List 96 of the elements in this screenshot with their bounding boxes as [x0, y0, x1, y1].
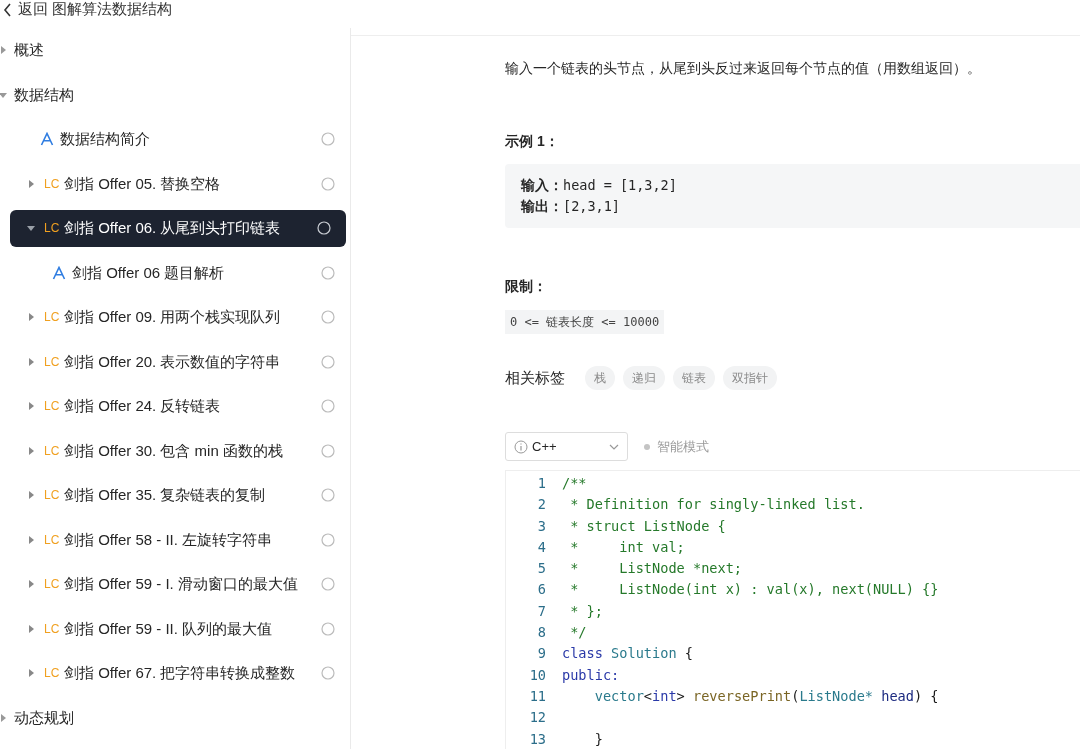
caret-icon[interactable] [26, 579, 36, 590]
tree-item[interactable]: LC 剑指 Offer 59 - II. 队列的最大值 [0, 606, 350, 651]
caret-icon[interactable] [26, 490, 36, 501]
item-label: 剑指 Offer 67. 把字符串转换成整数 [64, 663, 296, 683]
section-heading: 限制： [505, 277, 548, 296]
lc-label: LC [44, 220, 61, 238]
description-text: 输入一个链表的头节点，从尾到头反过来返回每个节点的值（用数组返回）。 [505, 59, 982, 78]
item-label: 剑指 Offer 35. 复杂链表的复制 [64, 485, 266, 505]
item-label: 剑指 Offer 09. 用两个栈实现队列 [64, 307, 281, 327]
tree-item[interactable]: LC 剑指 Offer 30. 包含 min 函数的栈 [0, 428, 350, 473]
code-line: public: [561, 665, 620, 685]
line-number: 11 [528, 686, 546, 706]
tree-group[interactable]: 动态规划 [0, 695, 350, 740]
tree-item[interactable]: LC 剑指 Offer 06. 从尾到头打印链表 [10, 209, 346, 247]
lc-label: LC [44, 309, 61, 327]
line-number: 2 [536, 495, 546, 515]
tree-group[interactable]: 数据结构 [0, 72, 350, 117]
line-number: 13 [528, 729, 546, 749]
code-line: * Definition for singly-linked list. [569, 495, 865, 515]
tags-label: 相关标签 [505, 367, 565, 388]
tree-item[interactable]: LC 剑指 Offer 24. 反转链表 [0, 384, 350, 429]
caret-icon[interactable] [26, 312, 36, 323]
constraint-code: 0 <= 链表长度 <= 10000 [505, 310, 665, 334]
code-line: * ListNode(int x) : val(x), next(NULL) {} [569, 580, 939, 600]
info-icon [514, 439, 528, 454]
line-number: 8 [536, 623, 546, 643]
example-value: head = [1,3,2] [563, 176, 677, 195]
item-label: 剑指 Offer 59 - I. 滑动窗口的最大值 [64, 574, 298, 594]
tree-item[interactable]: LC 剑指 Offer 59 - I. 滑动窗口的最大值 [0, 562, 350, 607]
lc-label: LC [44, 487, 61, 505]
code-line: * int val; [569, 537, 685, 557]
caret-icon[interactable] [26, 668, 36, 679]
tree-item[interactable]: LC 剑指 Offer 05. 替换空格 [0, 161, 350, 206]
lc-label: LC [44, 398, 61, 416]
lc-label: LC [44, 665, 61, 683]
code-line: /** [561, 474, 587, 493]
caret-icon[interactable] [26, 445, 36, 456]
tree-group[interactable]: 概述 [0, 28, 350, 73]
caret-icon[interactable] [26, 178, 36, 189]
lc-label: LC [44, 353, 61, 371]
caret-icon[interactable] [26, 534, 36, 545]
example-label: 输入： [521, 176, 563, 195]
item-label: 剑指 Offer 06. 从尾到头打印链表 [64, 218, 281, 238]
line-number: 9 [536, 644, 546, 664]
letter-a-icon [40, 132, 54, 147]
line-number: 12 [528, 708, 546, 728]
example-label: 输出： [521, 197, 563, 216]
tree-item[interactable]: 剑指 Offer 06 题目解析 [0, 250, 350, 295]
caret-icon[interactable] [0, 45, 8, 56]
group-label: 概述 [14, 40, 44, 60]
example-value: [2,3,1] [563, 197, 620, 216]
code-line: * ListNode *next; [569, 559, 743, 579]
lc-label: LC [44, 576, 61, 594]
group-label: 动态规划 [14, 707, 74, 728]
lc-label: LC [44, 175, 61, 193]
tree-item[interactable]: LC 剑指 Offer 58 - II. 左旋转字符串 [0, 517, 350, 562]
item-label: 剑指 Offer 59 - II. 队列的最大值 [64, 618, 273, 639]
code-line: vector<int> reversePrint(ListNode* head) { [593, 686, 939, 706]
caret-icon[interactable] [26, 623, 36, 634]
item-label: 剑指 Offer 06 题目解析 [72, 262, 225, 283]
line-number: 10 [528, 665, 546, 685]
caret-icon[interactable] [26, 356, 36, 367]
item-label: 剑指 Offer 30. 包含 min 函数的栈 [64, 440, 283, 461]
tree-item[interactable]: LC 剑指 Offer 35. 复杂链表的复制 [0, 473, 350, 518]
group-label: 数据结构 [14, 84, 74, 105]
line-number: 7 [536, 601, 546, 621]
chevron-down-icon [609, 443, 619, 450]
tree-item[interactable]: LC 剑指 Offer 09. 用两个栈实现队列 [0, 295, 350, 340]
line-number: 1 [536, 474, 546, 493]
item-label: 剑指 Offer 24. 反转链表 [64, 396, 221, 416]
section-heading: 示例 1： [505, 132, 560, 151]
tree-item[interactable]: 数据结构简介 [0, 117, 350, 162]
code-line: * }; [569, 601, 603, 621]
line-number: 3 [536, 516, 546, 536]
back-link[interactable]: 返回 图解算法数据结构 [18, 0, 173, 18]
caret-icon[interactable] [26, 401, 36, 412]
lc-label: LC [44, 531, 61, 549]
tree-item[interactable]: LC 剑指 Offer 20. 表示数值的字符串 [0, 339, 350, 384]
caret-icon[interactable] [0, 712, 8, 723]
code-line: class Solution { [561, 644, 693, 664]
item-label: 剑指 Offer 20. 表示数值的字符串 [64, 351, 281, 372]
letter-a-icon [52, 265, 66, 280]
item-label: 数据结构简介 [60, 129, 150, 149]
code-line: */ [569, 623, 587, 643]
back-icon[interactable] [3, 3, 12, 17]
lc-label: LC [44, 442, 61, 460]
line-number: 4 [536, 537, 546, 557]
code-line: } [593, 729, 603, 749]
line-number: 6 [536, 580, 546, 600]
language-select[interactable]: C++ [505, 432, 628, 461]
line-number: 5 [536, 559, 546, 579]
item-label: 剑指 Offer 58 - II. 左旋转字符串 [64, 529, 273, 550]
code-line: * struct ListNode { [569, 516, 726, 536]
tree-item[interactable]: LC 剑指 Offer 67. 把字符串转换成整数 [0, 651, 350, 696]
lc-label: LC [44, 620, 61, 638]
item-label: 剑指 Offer 05. 替换空格 [64, 173, 221, 194]
